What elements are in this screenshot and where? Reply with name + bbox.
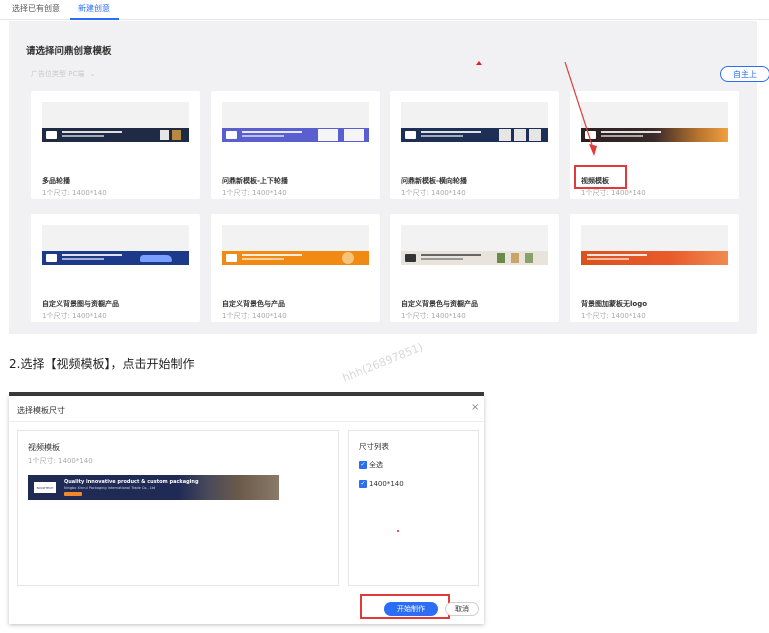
template-size: 1个尺寸: 1400*140: [222, 312, 287, 320]
close-icon[interactable]: ×: [471, 402, 479, 413]
checkbox-checked-icon: ✓: [359, 480, 367, 488]
template-card[interactable]: 问鼎新模板-上下轮播 1个尺寸: 1400*140: [211, 91, 380, 199]
template-card[interactable]: 背景图加蒙板无logo 1个尺寸: 1400*140: [570, 214, 739, 322]
template-banner-preview: [222, 128, 369, 142]
template-size: 1个尺寸: 1400*140: [401, 189, 466, 197]
template-name: 自定义背景色与资橱产品: [401, 300, 478, 308]
template-banner-preview: [222, 251, 369, 265]
template-banner-preview: [401, 251, 548, 265]
checkbox-checked-icon: ✓: [359, 461, 367, 469]
size-list-title: 尺寸列表: [359, 442, 389, 451]
banner-logo: NUOXTECH: [34, 482, 56, 493]
instruction-text: 2.选择【视频模板】，点击开始制作: [9, 357, 195, 371]
template-size: 1个尺寸: 1400*140: [581, 312, 646, 320]
select-all-checkbox[interactable]: ✓ 全选: [359, 460, 383, 470]
banner-heading: Quality innovative product & custom pack…: [64, 479, 199, 485]
template-size: 1个尺寸: 1400*140: [581, 189, 646, 197]
dialog-title: 选择模板尺寸: [17, 406, 65, 415]
creative-tabs: 选择已有创意 新建创意: [0, 0, 769, 20]
banner-subtitle: Ningbo Xinrui Packaging International Tr…: [64, 486, 156, 490]
preview-banner: NUOXTECH Quality innovative product & cu…: [28, 475, 279, 500]
template-name: 自定义背景图与资橱产品: [42, 300, 119, 308]
ad-slot-filter-label: 广告位类型 PC端: [31, 70, 85, 78]
banner-cta: [64, 492, 82, 496]
chevron-down-icon: ⌄: [89, 70, 96, 78]
template-card[interactable]: 自定义背景图与资橱产品 1个尺寸: 1400*140: [31, 214, 200, 322]
template-name: 背景图加蒙板无logo: [581, 300, 648, 308]
ad-slot-filter[interactable]: 广告位类型 PC端 ⌄: [31, 69, 95, 79]
panel-title: 请选择问鼎创意模板: [26, 46, 112, 57]
template-name: 自定义背景色与产品: [222, 300, 285, 308]
template-card[interactable]: 自定义背景色与产品 1个尺寸: 1400*140: [211, 214, 380, 322]
template-card[interactable]: 多品轮播 1个尺寸: 1400*140: [31, 91, 200, 199]
size-list-box: 尺寸列表 ✓ 全选 ✓ 1400*140: [348, 430, 479, 586]
cursor-marker-icon: [476, 61, 482, 65]
template-card[interactable]: 自定义背景色与资橱产品 1个尺寸: 1400*140: [390, 214, 559, 322]
template-name: 问鼎新模板-上下轮播: [222, 177, 288, 185]
template-banner-preview: [42, 128, 189, 142]
template-banner-preview: [42, 251, 189, 265]
template-size: 1个尺寸: 1400*140: [401, 312, 466, 320]
template-preview-box: 视频模板 1个尺寸: 1400*140 NUOXTECH Quality inn…: [17, 430, 339, 586]
preview-template-size: 1个尺寸: 1400*140: [28, 457, 93, 465]
size-option-label: 1400*140: [369, 480, 404, 488]
template-card[interactable]: 问鼎新模板-横向轮播 1个尺寸: 1400*140: [390, 91, 559, 199]
tab-existing-creative[interactable]: 选择已有创意: [12, 3, 60, 14]
watermark: hhh(26897851): [340, 340, 425, 385]
size-option-checkbox[interactable]: ✓ 1400*140: [359, 480, 404, 488]
custom-upload-button[interactable]: 自主上: [720, 66, 769, 82]
select-all-label: 全选: [369, 461, 383, 469]
preview-template-name: 视频模板: [28, 443, 60, 452]
template-name: 多品轮播: [42, 177, 70, 185]
tab-new-creative[interactable]: 新建创意: [78, 3, 110, 14]
template-banner-preview: [581, 251, 728, 265]
annotation-highlight-box: [574, 165, 627, 189]
template-size: 1个尺寸: 1400*140: [42, 312, 107, 320]
active-tab-indicator: [70, 18, 119, 20]
template-name: 问鼎新模板-横向轮播: [401, 177, 467, 185]
template-size: 1个尺寸: 1400*140: [222, 189, 287, 197]
annotation-arrow-icon: [564, 61, 597, 156]
cancel-button[interactable]: 取消: [445, 602, 479, 616]
cursor-marker-icon: [397, 530, 399, 532]
dialog-divider: [9, 421, 484, 422]
select-size-dialog: 选择模板尺寸 × 视频模板 1个尺寸: 1400*140 NUOXTECH Qu…: [9, 396, 484, 624]
start-create-button[interactable]: 开始制作: [384, 602, 438, 616]
template-banner-preview: [401, 128, 548, 142]
template-size: 1个尺寸: 1400*140: [42, 189, 107, 197]
